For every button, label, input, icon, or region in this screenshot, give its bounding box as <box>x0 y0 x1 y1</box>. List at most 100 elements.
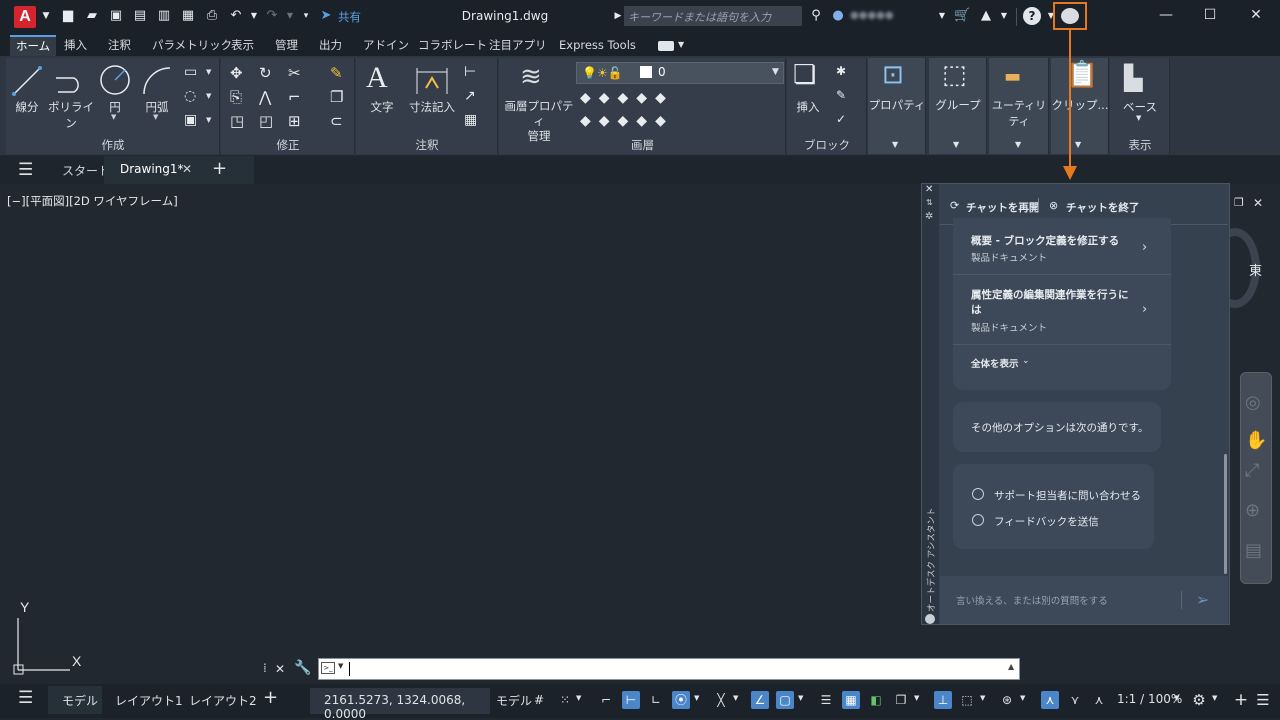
modify-panel-title[interactable]: 修正 <box>221 137 355 153</box>
gizmo-icon[interactable]: ⊛ <box>998 691 1016 709</box>
arc-dropdown-icon[interactable]: ▼ <box>153 113 158 121</box>
leader-icon[interactable]: ↗ <box>464 88 476 104</box>
command-line-grip-icon[interactable]: ⁞ <box>263 661 267 675</box>
grid-icon[interactable]: # <box>530 691 548 709</box>
share-label[interactable]: 共有 <box>338 9 361 25</box>
circle-icon[interactable] <box>98 64 132 98</box>
recent-commands-dropdown-icon[interactable]: ▼ <box>338 662 343 670</box>
scale-dropdown-icon[interactable]: ▼ <box>1174 694 1179 702</box>
lineweight-icon[interactable]: ☰ <box>817 691 835 709</box>
insert-block-button-label[interactable]: 挿入 <box>788 99 828 115</box>
open-folder-icon[interactable]: ▰ <box>84 8 100 24</box>
layer-dropdown-chevron-icon[interactable]: ▼ <box>772 67 779 77</box>
tab-insert[interactable]: 挿入 <box>64 38 87 56</box>
dynamic-ucs-icon[interactable]: ⊥ <box>934 691 952 709</box>
palette-autohide-icon[interactable]: ⇅ <box>926 198 933 207</box>
send-icon[interactable]: ➢ <box>1196 590 1209 609</box>
hamburger-menu-icon[interactable]: ☰ <box>18 160 33 180</box>
circle-dropdown-icon[interactable]: ▼ <box>111 113 116 121</box>
command-input[interactable] <box>318 658 1020 680</box>
line-button-label[interactable]: 線分 <box>10 99 44 115</box>
group-icon[interactable]: ⬚ <box>942 60 967 90</box>
polar-tracking-icon[interactable]: ⦿ <box>672 691 690 709</box>
redo-dropdown-icon[interactable]: ▼ <box>282 8 298 24</box>
hatch-icon[interactable]: ◌ <box>184 88 196 104</box>
selection-filter-dropdown-icon[interactable]: ▼ <box>980 694 985 702</box>
redo-icon[interactable]: ↷ <box>264 8 280 24</box>
osnap-dropdown-icon[interactable]: ▼ <box>798 694 803 702</box>
tab-start[interactable]: スタート <box>62 162 110 179</box>
fillet-icon[interactable]: ⌐ <box>288 88 301 106</box>
tab-model[interactable]: モデル <box>62 692 98 709</box>
polar-dropdown-icon[interactable]: ▼ <box>694 694 699 702</box>
print-icon[interactable]: ⎙ <box>204 8 220 24</box>
restart-chat-icon[interactable]: ⟳ <box>950 199 959 212</box>
command-line-customize-icon[interactable]: 🔧 <box>294 660 311 676</box>
selection-filter-icon[interactable]: ⬚ <box>958 691 976 709</box>
steering-wheel-icon[interactable]: ◎ <box>1245 392 1261 413</box>
rotate-icon[interactable]: ↻ <box>259 64 272 82</box>
arc-icon[interactable] <box>140 64 174 98</box>
open-from-web-icon[interactable]: ▦ <box>180 8 196 24</box>
base-view-icon[interactable]: ▙ <box>1124 64 1142 92</box>
dimension-icon[interactable] <box>414 64 450 98</box>
selection-cycling-icon[interactable]: ◧ <box>867 691 885 709</box>
customization-icon[interactable]: ☰ <box>1254 691 1272 709</box>
viewport-controls[interactable]: [−][平面図][2D ワイヤフレーム] <box>7 193 178 209</box>
option-radio-contact-support[interactable] <box>972 488 984 500</box>
edit-attributes-icon[interactable]: ✓ <box>836 112 846 126</box>
viewport-close-icon[interactable]: ✕ <box>1253 196 1263 210</box>
pan-icon[interactable]: ✋ <box>1245 430 1267 451</box>
snap-mode-icon[interactable]: ⁙ <box>556 691 574 709</box>
tab-drawing1[interactable]: Drawing1* <box>120 162 184 176</box>
result-1-title[interactable]: 概要 - ブロック定義を修正する <box>971 233 1131 248</box>
transparency-icon[interactable]: ▦ <box>842 691 860 709</box>
showmotion-icon[interactable]: ▤ <box>1245 540 1262 561</box>
ribbon-minimize-icon[interactable] <box>658 41 674 51</box>
scale-icon[interactable]: ◰ <box>259 112 273 130</box>
base-view-button-label[interactable]: ベース <box>1110 99 1170 115</box>
measure-icon[interactable]: ▬ <box>1004 66 1021 87</box>
share-icon[interactable]: ➤ <box>318 8 334 24</box>
autodesk-assistant-icon[interactable] <box>1061 8 1079 24</box>
zoom-extents-icon[interactable]: ⤢ <box>1245 460 1259 481</box>
viewport-restore-icon[interactable]: ❐ <box>1234 196 1244 209</box>
annotation-scale-value[interactable]: 1:1 / 100% <box>1117 692 1182 706</box>
autodesk-app-store-icon[interactable]: ▲ <box>978 8 994 24</box>
gizmo-dropdown-icon[interactable]: ▼ <box>1020 694 1025 702</box>
tab-annotate[interactable]: 注釈 <box>108 38 131 56</box>
table-icon[interactable]: ▦ <box>464 112 477 128</box>
draw-panel-title[interactable]: 作成 <box>6 137 220 153</box>
layout-menu-icon[interactable]: ☰ <box>18 688 33 708</box>
mirror-icon[interactable]: ⋀ <box>259 88 271 106</box>
isometric-icon[interactable]: ╳ <box>712 691 730 709</box>
properties-icon[interactable]: ⊡ <box>882 60 904 90</box>
insert-block-icon[interactable]: ❏ <box>793 60 816 90</box>
block-panel-title[interactable]: ブロック <box>787 137 867 153</box>
tab-home[interactable]: ホーム <box>10 35 57 57</box>
copy-icon[interactable]: ⎘ <box>230 88 242 106</box>
workspace-gear-icon[interactable]: ⚙ <box>1190 691 1208 709</box>
undo-dropdown-icon[interactable]: ▼ <box>246 8 262 24</box>
line-icon[interactable] <box>10 64 44 98</box>
properties-dropdown-icon[interactable]: ▼ <box>892 140 898 149</box>
create-block-icon[interactable]: ✱ <box>836 64 846 78</box>
linear-dimension-icon[interactable]: ⊢ <box>464 64 476 80</box>
restart-chat-button[interactable]: チャットを再開 <box>966 200 1039 215</box>
annotation-scale-icon[interactable]: ⋏ <box>1090 691 1108 709</box>
new-file-icon[interactable]: ▆ <box>60 8 76 24</box>
save-as-icon[interactable]: ▤ <box>132 8 148 24</box>
user-name[interactable]: ●●●●● <box>850 10 894 21</box>
maximize-button[interactable]: ☐ <box>1199 7 1221 27</box>
ribbon-minimize-dropdown-icon[interactable]: ▼ <box>678 40 684 49</box>
cart-icon[interactable]: 🛒 <box>954 8 970 24</box>
tab-express-tools[interactable]: Express Tools <box>559 38 636 56</box>
result-1-chevron-icon[interactable]: › <box>1142 240 1147 255</box>
boundary-dropdown-icon[interactable]: ▼ <box>206 116 211 124</box>
command-history-icon[interactable]: ▲ <box>1008 662 1014 671</box>
customize-qat-icon[interactable]: ▾ <box>298 8 314 24</box>
new-layout-plus-icon[interactable]: + <box>263 687 278 708</box>
app-store-dropdown-icon[interactable]: ▼ <box>996 8 1012 24</box>
layer-tools-row-2-icons[interactable]: ◆◆◆◆◆ <box>580 113 674 129</box>
close-window-button[interactable]: ✕ <box>1245 7 1267 27</box>
